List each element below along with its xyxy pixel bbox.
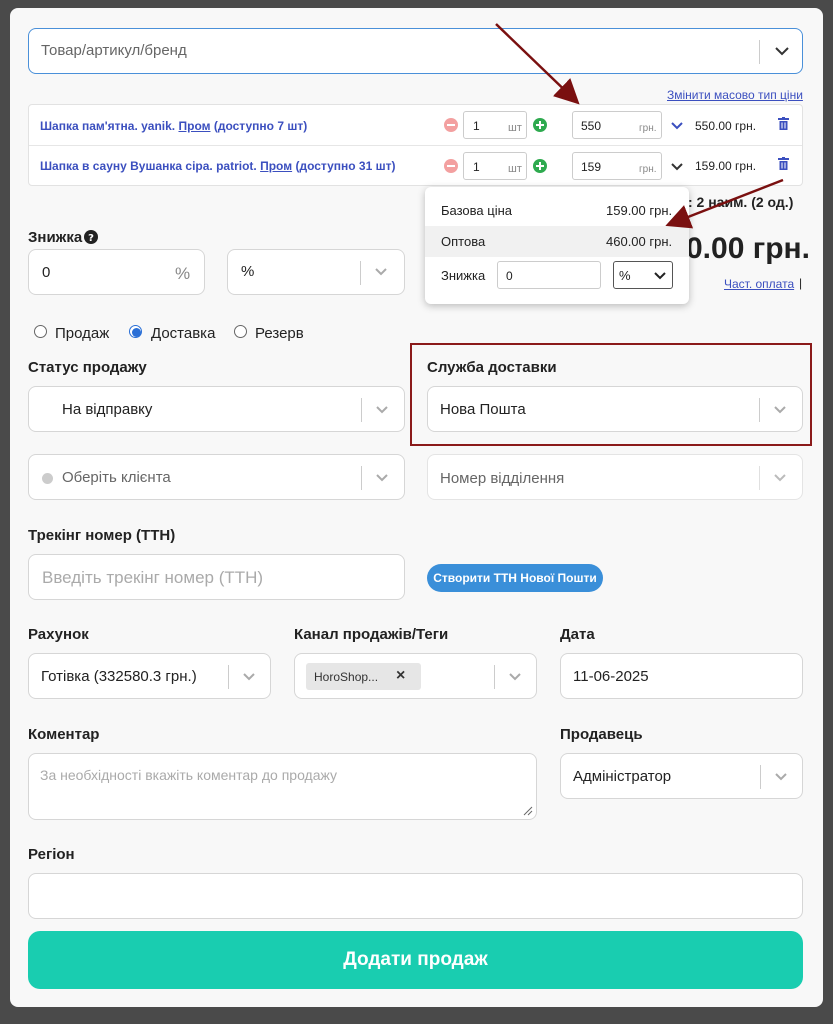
- comment-placeholder: За необхідності вкажіть коментар до прод…: [40, 767, 338, 783]
- region-input[interactable]: [28, 873, 803, 919]
- divider: [494, 665, 495, 689]
- radio-sale[interactable]: [34, 325, 47, 338]
- client-placeholder: Оберіть клієнта: [62, 469, 171, 486]
- delivery-service-label: Служба доставки: [427, 359, 557, 376]
- region-label: Регіон: [28, 846, 75, 863]
- create-ttn-button[interactable]: Створити ТТН Нової Пошти: [427, 564, 603, 592]
- radio-reserve-label[interactable]: Резерв: [255, 325, 304, 342]
- annotation-arrows: [495, 23, 784, 229]
- arrow-to-price: [495, 23, 580, 105]
- seller-select[interactable]: Адміністратор: [560, 753, 803, 799]
- channel-tag: HoroShop... ×: [306, 663, 421, 690]
- account-label: Рахунок: [28, 626, 89, 643]
- sale-status-label: Статус продажу: [28, 359, 147, 376]
- sale-status-select[interactable]: На відправку: [28, 386, 405, 432]
- divider: [361, 466, 362, 490]
- date-label: Дата: [560, 626, 595, 643]
- comment-textarea[interactable]: За необхідності вкажіть коментар до прод…: [28, 753, 537, 820]
- radio-sale-label[interactable]: Продаж: [55, 325, 109, 342]
- divider: [760, 765, 761, 789]
- branch-placeholder: Номер відділення: [440, 470, 565, 487]
- radio-delivery[interactable]: [129, 325, 142, 338]
- arrow-to-wholesale: [665, 178, 784, 229]
- resize-handle-icon[interactable]: [523, 806, 533, 816]
- mode-radio-group: Продаж Доставка Резерв: [34, 323, 334, 343]
- divider: [759, 466, 760, 490]
- client-status-dot: [42, 473, 53, 484]
- account-value: Готівка (332580.3 грн.): [41, 668, 197, 685]
- channel-tag-label: HoroShop...: [314, 670, 379, 684]
- chevron-down-icon: [775, 773, 787, 781]
- delivery-service-value: Нова Пошта: [440, 401, 526, 418]
- tag-remove-icon[interactable]: ×: [396, 667, 405, 685]
- tracking-label: Трекінг номер (ТТН): [28, 527, 176, 544]
- divider: [759, 398, 760, 422]
- chevron-down-icon: [774, 474, 786, 482]
- radio-reserve[interactable]: [234, 325, 247, 338]
- client-select[interactable]: Оберіть клієнта: [28, 454, 405, 500]
- branch-select[interactable]: Номер відділення: [427, 454, 803, 500]
- radio-delivery-label[interactable]: Доставка: [151, 325, 215, 342]
- divider: [361, 398, 362, 422]
- add-sale-modal: Товар/артикул/бренд Змінити масово тип ц…: [10, 8, 823, 1007]
- channel-select[interactable]: HoroShop... ×: [294, 653, 537, 699]
- chevron-down-icon: [376, 474, 388, 482]
- seller-label: Продавець: [560, 726, 643, 743]
- delivery-service-select[interactable]: Нова Пошта: [427, 386, 803, 432]
- tracking-placeholder: Введіть трекінг номер (ТТН): [42, 568, 264, 587]
- chevron-down-icon: [774, 406, 786, 414]
- date-input[interactable]: 11-06-2025: [560, 653, 803, 699]
- sale-status-value: На відправку: [62, 401, 153, 418]
- chevron-down-icon: [376, 406, 388, 414]
- comment-label: Коментар: [28, 726, 100, 743]
- divider: [228, 665, 229, 689]
- chevron-down-icon: [509, 673, 521, 681]
- date-value: 11-06-2025: [573, 668, 649, 685]
- tracking-input[interactable]: Введіть трекінг номер (ТТН): [28, 554, 405, 600]
- chevron-down-icon: [243, 673, 255, 681]
- account-select[interactable]: Готівка (332580.3 грн.): [28, 653, 271, 699]
- seller-value: Адміністратор: [573, 768, 672, 785]
- add-sale-button[interactable]: Додати продаж: [28, 931, 803, 989]
- channel-label: Канал продажів/Теги: [294, 626, 449, 643]
